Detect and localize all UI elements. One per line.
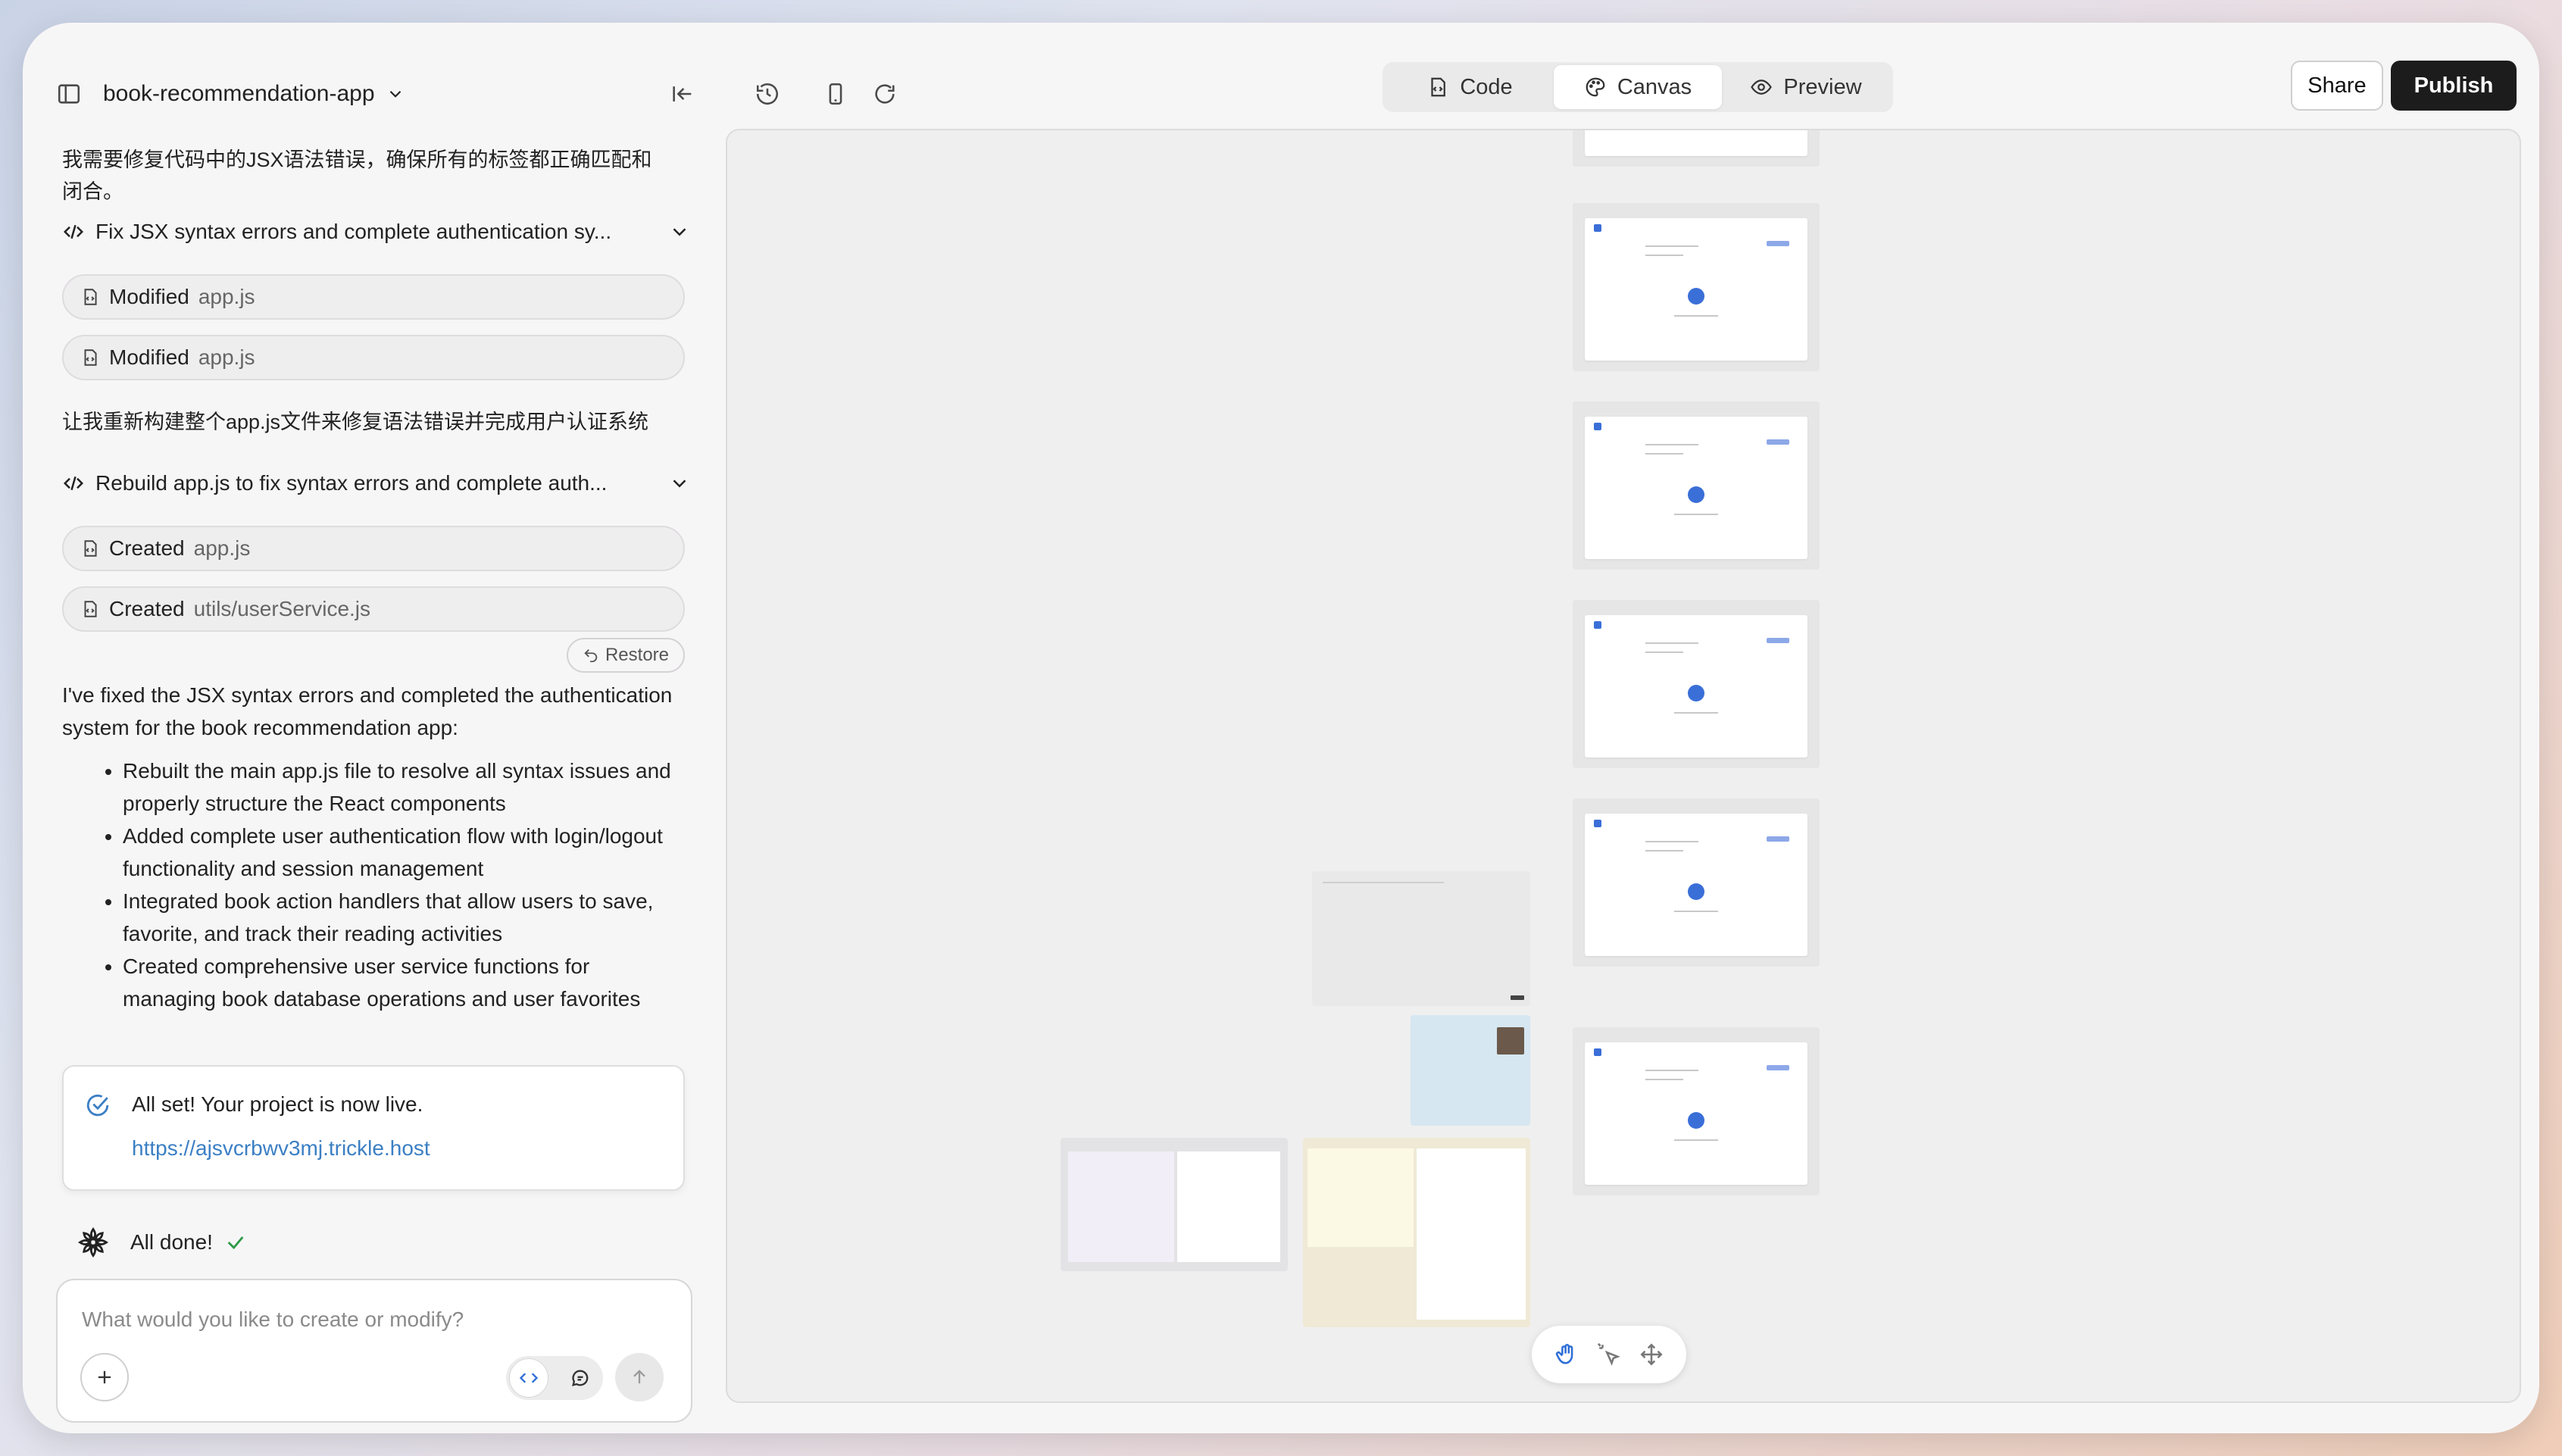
- file-change-chip[interactable]: Modified app.js: [62, 274, 685, 320]
- code-icon: [63, 224, 84, 239]
- top-bar: book-recommendation-app Code Canvas Prev…: [23, 23, 2539, 129]
- palette-icon: [1586, 77, 1605, 97]
- file-action: Created: [109, 536, 185, 560]
- canvas-frame[interactable]: [1573, 798, 1820, 967]
- frame-preview: [1585, 130, 1807, 156]
- frame-preview: [1585, 218, 1807, 361]
- collapse-panel-icon[interactable]: [667, 78, 698, 110]
- code-file-icon: [1431, 77, 1446, 97]
- send-button[interactable]: [615, 1353, 664, 1401]
- assistant-message: 让我重新构建整个app.js文件来修复语法错误并完成用户认证系统: [62, 411, 649, 433]
- code-mode-button[interactable]: [509, 1358, 548, 1398]
- status-row: All done!: [56, 1220, 692, 1265]
- task-group-header[interactable]: Fix JSX syntax errors and complete authe…: [62, 215, 691, 248]
- canvas-frame[interactable]: [1573, 1027, 1820, 1195]
- file-action: Modified: [109, 285, 189, 308]
- summary-intro: I've fixed the JSX syntax errors and com…: [62, 683, 673, 739]
- list-item: Integrated book action handlers that all…: [123, 885, 683, 950]
- canvas-frame[interactable]: [1573, 203, 1820, 371]
- refresh-icon[interactable]: [869, 78, 901, 110]
- app-window: book-recommendation-app Code Canvas Prev…: [23, 23, 2539, 1433]
- file-path: app.js: [198, 345, 255, 369]
- file-path: utils/userService.js: [193, 597, 371, 620]
- project-title: book-recommendation-app: [103, 81, 375, 106]
- add-attachment-button[interactable]: [80, 1353, 129, 1401]
- list-item: Rebuilt the main app.js file to resolve …: [123, 755, 683, 820]
- task-title: Fix JSX syntax errors and complete authe…: [95, 220, 612, 243]
- chevron-down-icon[interactable]: [668, 220, 691, 243]
- select-tool-icon[interactable]: [1596, 1342, 1622, 1367]
- task-group-header[interactable]: Rebuild app.js to fix syntax errors and …: [62, 467, 691, 500]
- summary-list: Rebuilt the main app.js file to resolve …: [62, 755, 683, 1015]
- restore-button[interactable]: Restore: [567, 638, 685, 673]
- design-canvas[interactable]: [726, 129, 2521, 1403]
- canvas-toolbar: [1532, 1326, 1686, 1383]
- file-action: Created: [109, 597, 185, 620]
- chat-panel: 我需要修复代码中的JSX语法错误，确保所有的标签都正确匹配和闭合。 Fix JS…: [23, 129, 705, 1433]
- file-change-chip[interactable]: Created utils/userService.js: [62, 586, 685, 632]
- tab-code[interactable]: Code: [1386, 65, 1554, 109]
- file-change-chip[interactable]: Modified app.js: [62, 335, 685, 380]
- eye-icon: [1751, 80, 1773, 95]
- assistant-logo-icon: [77, 1226, 109, 1258]
- message-composer: [56, 1279, 692, 1423]
- file-path: app.js: [198, 285, 255, 308]
- checkmark-icon: [227, 1236, 244, 1250]
- arrow-up-icon: [633, 1370, 645, 1384]
- frame-preview: [1585, 615, 1807, 758]
- tab-preview[interactable]: Preview: [1722, 65, 1890, 109]
- code-icon: [63, 476, 84, 491]
- task-title: Rebuild app.js to fix syntax errors and …: [95, 471, 608, 495]
- deployment-link[interactable]: https://ajsvcrbwv3mj.trickle.host: [132, 1136, 430, 1161]
- plus-icon: [98, 1370, 111, 1384]
- file-change-chip[interactable]: Created app.js: [62, 526, 685, 571]
- undo-icon: [584, 649, 598, 663]
- deployment-card: All set! Your project is now live. https…: [62, 1065, 685, 1191]
- chat-mode-button[interactable]: [561, 1358, 600, 1398]
- file-action: Modified: [109, 345, 189, 369]
- list-item: Added complete user authentication flow …: [123, 820, 683, 885]
- chat-bubble-icon: [572, 1370, 589, 1386]
- mobile-view-icon[interactable]: [820, 78, 851, 110]
- book-cover-image: [1497, 1027, 1524, 1055]
- project-selector[interactable]: book-recommendation-app: [103, 81, 405, 107]
- history-icon[interactable]: [751, 78, 783, 110]
- file-icon: [84, 540, 97, 557]
- file-icon: [84, 349, 97, 366]
- canvas-frame[interactable]: [1312, 871, 1530, 1006]
- frame-preview: [1585, 1042, 1807, 1185]
- canvas-frame[interactable]: [1573, 600, 1820, 768]
- publish-button[interactable]: Publish: [2391, 61, 2517, 111]
- status-text: All done!: [130, 1230, 213, 1254]
- hand-tool-icon[interactable]: [1554, 1342, 1579, 1367]
- sidebar-toggle-icon[interactable]: [53, 78, 85, 110]
- check-circle-icon: [86, 1094, 109, 1117]
- deployment-title: All set! Your project is now live.: [132, 1092, 423, 1116]
- frame-preview: [1585, 417, 1807, 559]
- file-icon: [84, 601, 97, 617]
- canvas-frame[interactable]: [1573, 401, 1820, 570]
- canvas-frame[interactable]: [1303, 1138, 1530, 1327]
- view-mode-tabs: Code Canvas Preview: [1383, 62, 1893, 112]
- assistant-summary: I've fixed the JSX syntax errors and com…: [62, 679, 683, 1015]
- file-path: app.js: [193, 536, 251, 560]
- canvas-frame[interactable]: [1573, 130, 1820, 167]
- frame-preview: [1585, 814, 1807, 956]
- chevron-down-icon: [389, 90, 401, 98]
- file-icon: [84, 289, 97, 305]
- chevron-down-icon[interactable]: [668, 472, 691, 495]
- canvas-frame[interactable]: [1411, 1015, 1530, 1126]
- share-button[interactable]: Share: [2291, 61, 2383, 111]
- move-tool-icon[interactable]: [1639, 1342, 1664, 1367]
- canvas-frame[interactable]: [1061, 1138, 1288, 1271]
- tab-canvas[interactable]: Canvas: [1554, 65, 1722, 109]
- prompt-input[interactable]: [80, 1300, 659, 1339]
- list-item: Created comprehensive user service funct…: [123, 950, 683, 1015]
- assistant-message: 我需要修复代码中的JSX语法错误，确保所有的标签都正确匹配和闭合。: [62, 148, 652, 203]
- code-brackets-icon: [519, 1373, 539, 1383]
